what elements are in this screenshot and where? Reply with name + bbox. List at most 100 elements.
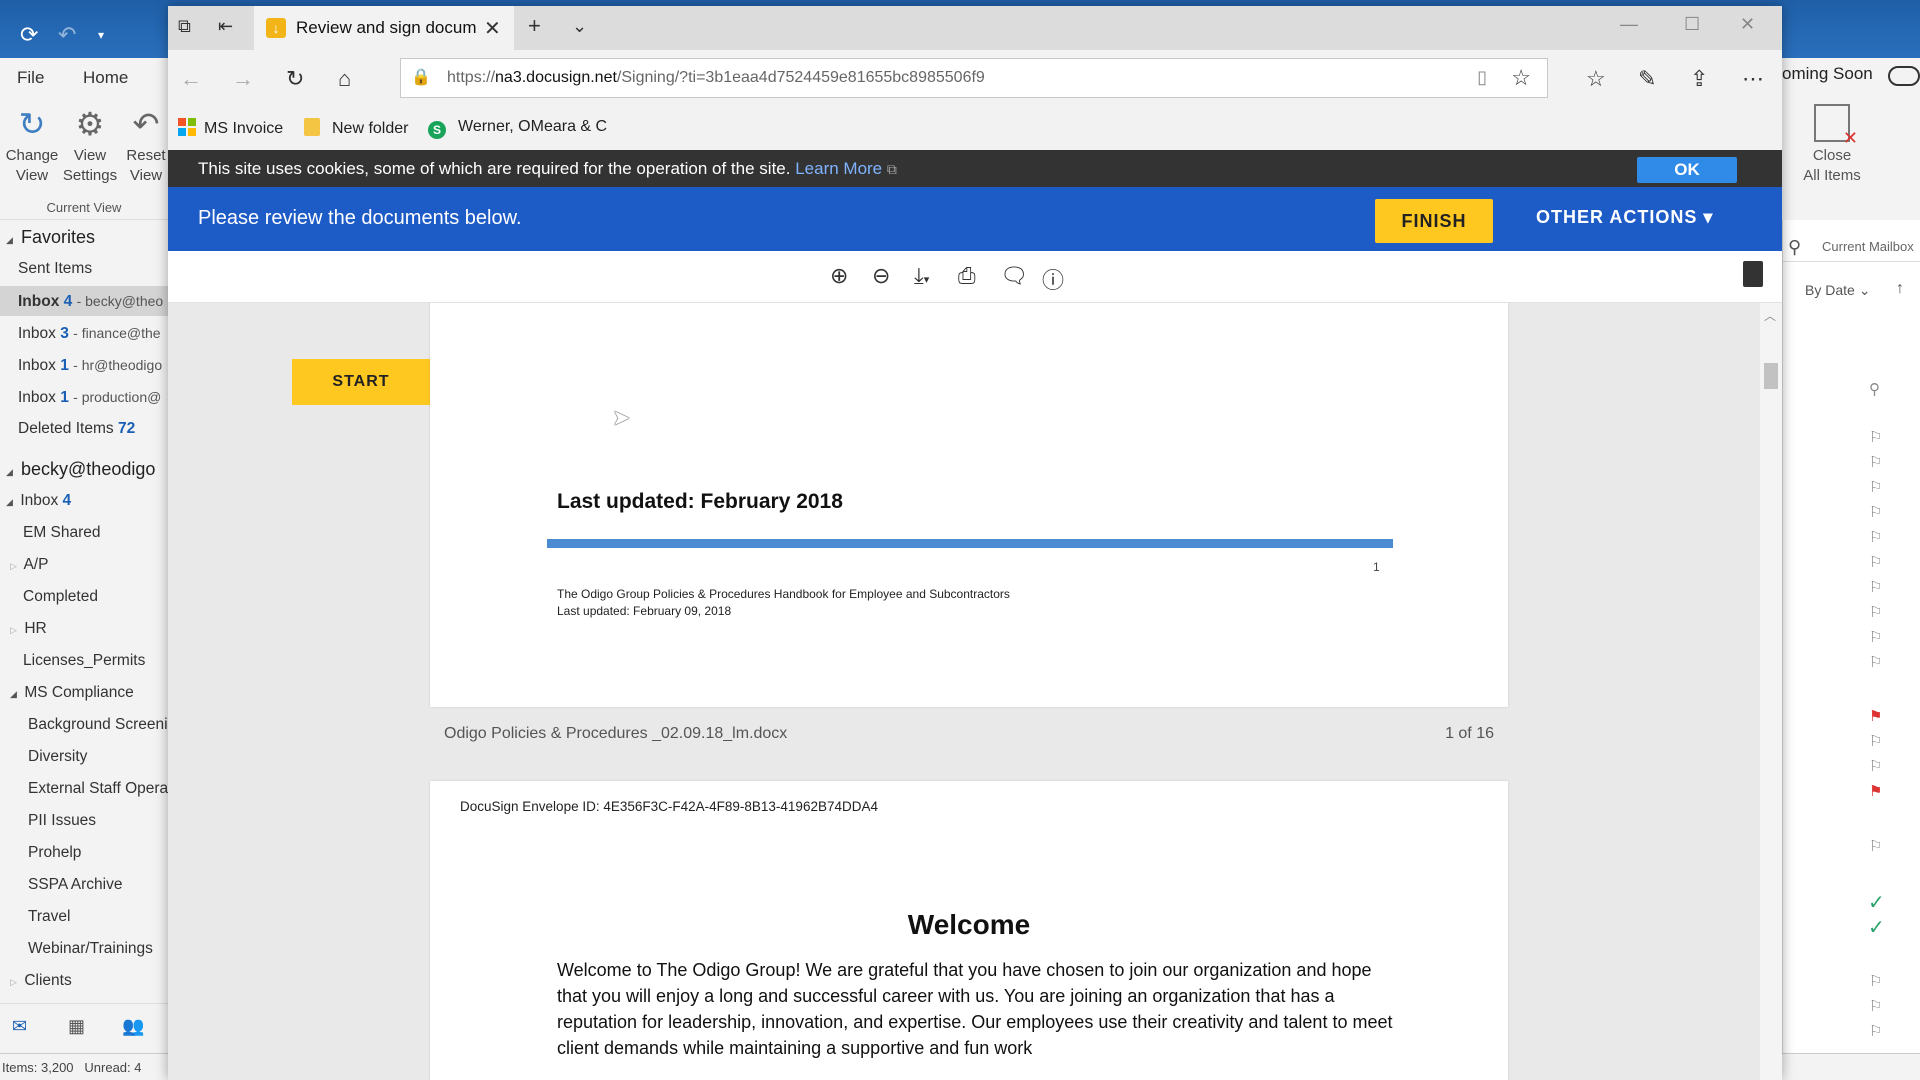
folder-prohelp[interactable]: Prohelp bbox=[0, 838, 168, 868]
folder-travel[interactable]: Travel bbox=[0, 902, 168, 932]
module-nav-bar: ✉ ▦ 👥 bbox=[0, 1003, 168, 1053]
add-comment-icon[interactable]: 🗨 bbox=[1000, 263, 1028, 289]
flag-icon[interactable]: ⚐ bbox=[1869, 578, 1882, 596]
tab-close-icon[interactable]: ✕ bbox=[484, 16, 501, 41]
flag-icon[interactable]: ⚐ bbox=[1869, 478, 1882, 496]
flag-icon[interactable]: ⚐ bbox=[1869, 603, 1882, 621]
check-icon[interactable]: ✓ bbox=[1868, 915, 1885, 940]
print-icon[interactable]: ⎙ bbox=[958, 263, 976, 289]
zoom-out-icon[interactable]: ⊖ bbox=[872, 263, 890, 289]
maximize-icon[interactable]: ☐ bbox=[1684, 14, 1700, 35]
tab-docusign[interactable]: ↓ Review and sign docum ✕ bbox=[254, 6, 514, 50]
folder-sent-items[interactable]: Sent Items bbox=[0, 254, 168, 284]
folder-webinar-trainings[interactable]: Webinar/Trainings bbox=[0, 934, 168, 964]
document-icon[interactable] bbox=[1743, 261, 1763, 287]
folder-deleted-items[interactable]: Deleted Items 72 bbox=[0, 414, 168, 444]
start-button[interactable]: START bbox=[292, 359, 444, 405]
account-header[interactable]: ◢ becky@theodigo bbox=[0, 454, 168, 484]
tab-home[interactable]: Home bbox=[83, 68, 128, 88]
folder-diversity[interactable]: Diversity bbox=[0, 742, 168, 772]
folder-pii-issues[interactable]: PII Issues bbox=[0, 806, 168, 836]
flag-icon[interactable]: ⚐ bbox=[1869, 653, 1882, 671]
set-tabs-aside-icon[interactable]: ⇤ bbox=[218, 16, 233, 37]
help-icon[interactable]: ⓘ bbox=[1042, 263, 1064, 295]
flag-icon[interactable]: ⚐ bbox=[1869, 997, 1882, 1015]
flag-icon[interactable]: ⚐ bbox=[1869, 428, 1882, 446]
favorite-ms-invoice[interactable]: MS Invoice bbox=[178, 118, 283, 138]
search-box[interactable]: ⚲ Current Mailbox bbox=[1782, 232, 1920, 262]
scroll-up-icon[interactable]: ︿ bbox=[1764, 307, 1776, 324]
flag-icon[interactable]: ⚐ bbox=[1869, 553, 1882, 571]
folder-hr[interactable]: ▷ HR bbox=[0, 614, 168, 644]
folder-inbox-production[interactable]: Inbox 1 - production@ bbox=[0, 382, 168, 412]
learn-more-link[interactable]: Learn More bbox=[795, 159, 882, 178]
sort-arrow-icon[interactable]: ↑ bbox=[1896, 280, 1904, 298]
folder-completed[interactable]: Completed bbox=[0, 582, 168, 612]
window-close-icon[interactable]: ✕ bbox=[1740, 14, 1755, 35]
quick-access-dropdown-icon[interactable]: ▾ bbox=[98, 28, 104, 42]
folder-sspa-archive[interactable]: SSPA Archive bbox=[0, 870, 168, 900]
document-scrollbar[interactable]: ︿ bbox=[1760, 303, 1782, 1080]
tab-file[interactable]: File bbox=[17, 68, 44, 88]
folder-inbox-hr[interactable]: Inbox 1 - hr@theodigo bbox=[0, 350, 168, 380]
favorites-hub-icon[interactable]: ☆ bbox=[1586, 66, 1606, 92]
flag-icon[interactable]: ⚐ bbox=[1869, 972, 1882, 990]
sort-by-date[interactable]: By Date ⌄ bbox=[1805, 282, 1870, 299]
folder-clients[interactable]: ▷ Clients bbox=[0, 966, 168, 996]
back-icon[interactable]: ← bbox=[180, 66, 202, 92]
flag-icon[interactable]: ⚐ bbox=[1869, 628, 1882, 646]
minimize-icon[interactable]: — bbox=[1620, 14, 1638, 35]
close-all-items-button[interactable]: Close All Items bbox=[1796, 104, 1868, 186]
zoom-in-icon[interactable]: ⊕ bbox=[830, 263, 848, 289]
download-icon[interactable]: ⤓▾ bbox=[914, 263, 929, 289]
favorite-new-folder[interactable]: New folder bbox=[304, 118, 408, 138]
favorites-header[interactable]: ◢ Favorites bbox=[0, 222, 168, 252]
finish-button[interactable]: FINISH bbox=[1375, 199, 1493, 243]
favorite-werner[interactable]: S Werner, OMeara & C bbox=[428, 118, 607, 139]
scroll-thumb[interactable] bbox=[1764, 363, 1778, 389]
refresh-icon[interactable]: ↻ bbox=[286, 66, 304, 92]
url-field[interactable]: 🔒 https://na3.docusign.net/Signing/?ti=3… bbox=[400, 58, 1548, 98]
coming-soon-toggle[interactable] bbox=[1888, 66, 1920, 86]
folder-inbox-finance[interactable]: Inbox 3 - finance@the bbox=[0, 318, 168, 348]
change-view-button[interactable]: ↻ Change View bbox=[4, 102, 60, 186]
folder-background-screening[interactable]: Background Screeni bbox=[0, 710, 168, 740]
mail-icon[interactable]: ✉ bbox=[12, 1016, 27, 1037]
home-icon[interactable]: ⌂ bbox=[338, 66, 351, 92]
flag-icon[interactable]: ⚐ bbox=[1869, 757, 1882, 775]
folder-ms-compliance[interactable]: ◢ MS Compliance bbox=[0, 678, 168, 708]
undo-icon[interactable]: ↶ bbox=[58, 22, 76, 48]
folder-inbox-becky[interactable]: Inbox 4 - becky@theo bbox=[0, 286, 168, 316]
cookie-ok-button[interactable]: OK bbox=[1637, 157, 1737, 183]
flag-red-icon[interactable]: ⚑ bbox=[1869, 707, 1882, 725]
people-icon[interactable]: 👥 bbox=[122, 1016, 144, 1037]
view-settings-button[interactable]: ⚙ View Settings bbox=[62, 102, 118, 186]
new-tab-icon[interactable]: + bbox=[528, 13, 541, 39]
folder-external-staff[interactable]: External Staff Opera bbox=[0, 774, 168, 804]
forward-icon[interactable]: → bbox=[232, 66, 254, 92]
flag-icon[interactable]: ⚐ bbox=[1869, 732, 1882, 750]
check-icon[interactable]: ✓ bbox=[1868, 890, 1885, 915]
reset-view-button[interactable]: ↶ Reset View bbox=[118, 102, 174, 186]
folder-em-shared[interactable]: EM Shared bbox=[0, 518, 168, 548]
flag-icon[interactable]: ⚐ bbox=[1869, 837, 1882, 855]
tab-preview-icon[interactable]: ⧉ bbox=[178, 16, 191, 37]
flag-icon[interactable]: ⚐ bbox=[1869, 453, 1882, 471]
calendar-icon[interactable]: ▦ bbox=[68, 1016, 85, 1037]
flag-icon[interactable]: ⚐ bbox=[1869, 528, 1882, 546]
folder-licenses-permits[interactable]: Licenses_Permits bbox=[0, 646, 168, 676]
folder-ap[interactable]: ▷ A/P bbox=[0, 550, 168, 580]
pen-icon[interactable]: ✎ bbox=[1638, 66, 1656, 92]
reading-view-icon[interactable]: ▯ bbox=[1477, 67, 1487, 88]
tab-list-chevron-icon[interactable]: ⌄ bbox=[572, 16, 587, 37]
favorite-star-icon[interactable]: ☆ bbox=[1511, 65, 1531, 91]
sync-icon[interactable]: ⟳ bbox=[20, 22, 38, 48]
other-actions-menu[interactable]: OTHER ACTIONS ▾ bbox=[1536, 207, 1713, 228]
flag-icon[interactable]: ⚐ bbox=[1869, 1022, 1882, 1040]
flag-icon[interactable]: ⚐ bbox=[1869, 503, 1882, 521]
more-icon[interactable]: ⋯ bbox=[1742, 66, 1764, 92]
flag-red-icon[interactable]: ⚑ bbox=[1869, 782, 1882, 800]
filter-icon[interactable]: ⚲ bbox=[1869, 380, 1880, 398]
folder-inbox[interactable]: ◢ Inbox 4 bbox=[0, 486, 168, 516]
share-icon[interactable]: ⇪ bbox=[1690, 66, 1708, 92]
